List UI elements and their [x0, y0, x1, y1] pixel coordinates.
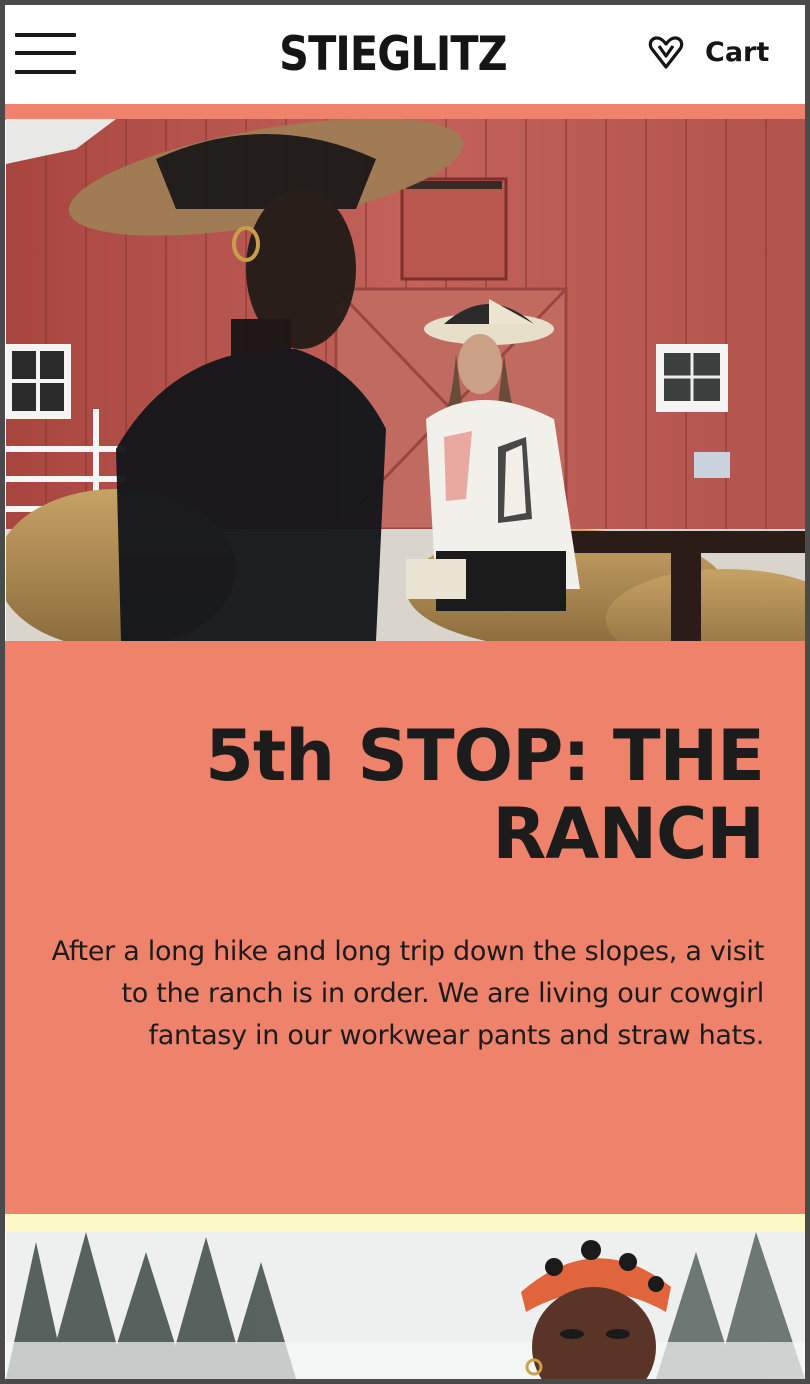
page-frame: STIEGLITZ Cart 5th STOP: THE RANCH After… [5, 5, 805, 1379]
story-title: 5th STOP: THE RANCH [205, 715, 765, 875]
cart-link[interactable]: Cart [705, 33, 775, 73]
story-description: After a long hike and long trip down the… [51, 936, 765, 1051]
next-story-image [6, 1232, 805, 1379]
site-header: STIEGLITZ Cart [5, 5, 805, 104]
heart-icon[interactable] [647, 34, 685, 72]
story-section: 5th STOP: THE RANCH After a long hike an… [5, 641, 805, 1214]
hamburger-menu-icon[interactable] [15, 31, 77, 77]
hero-image-ranch [6, 119, 805, 641]
cream-divider [5, 1214, 805, 1232]
accent-divider [5, 104, 805, 120]
brand-logo[interactable]: STIEGLITZ [272, 23, 515, 85]
